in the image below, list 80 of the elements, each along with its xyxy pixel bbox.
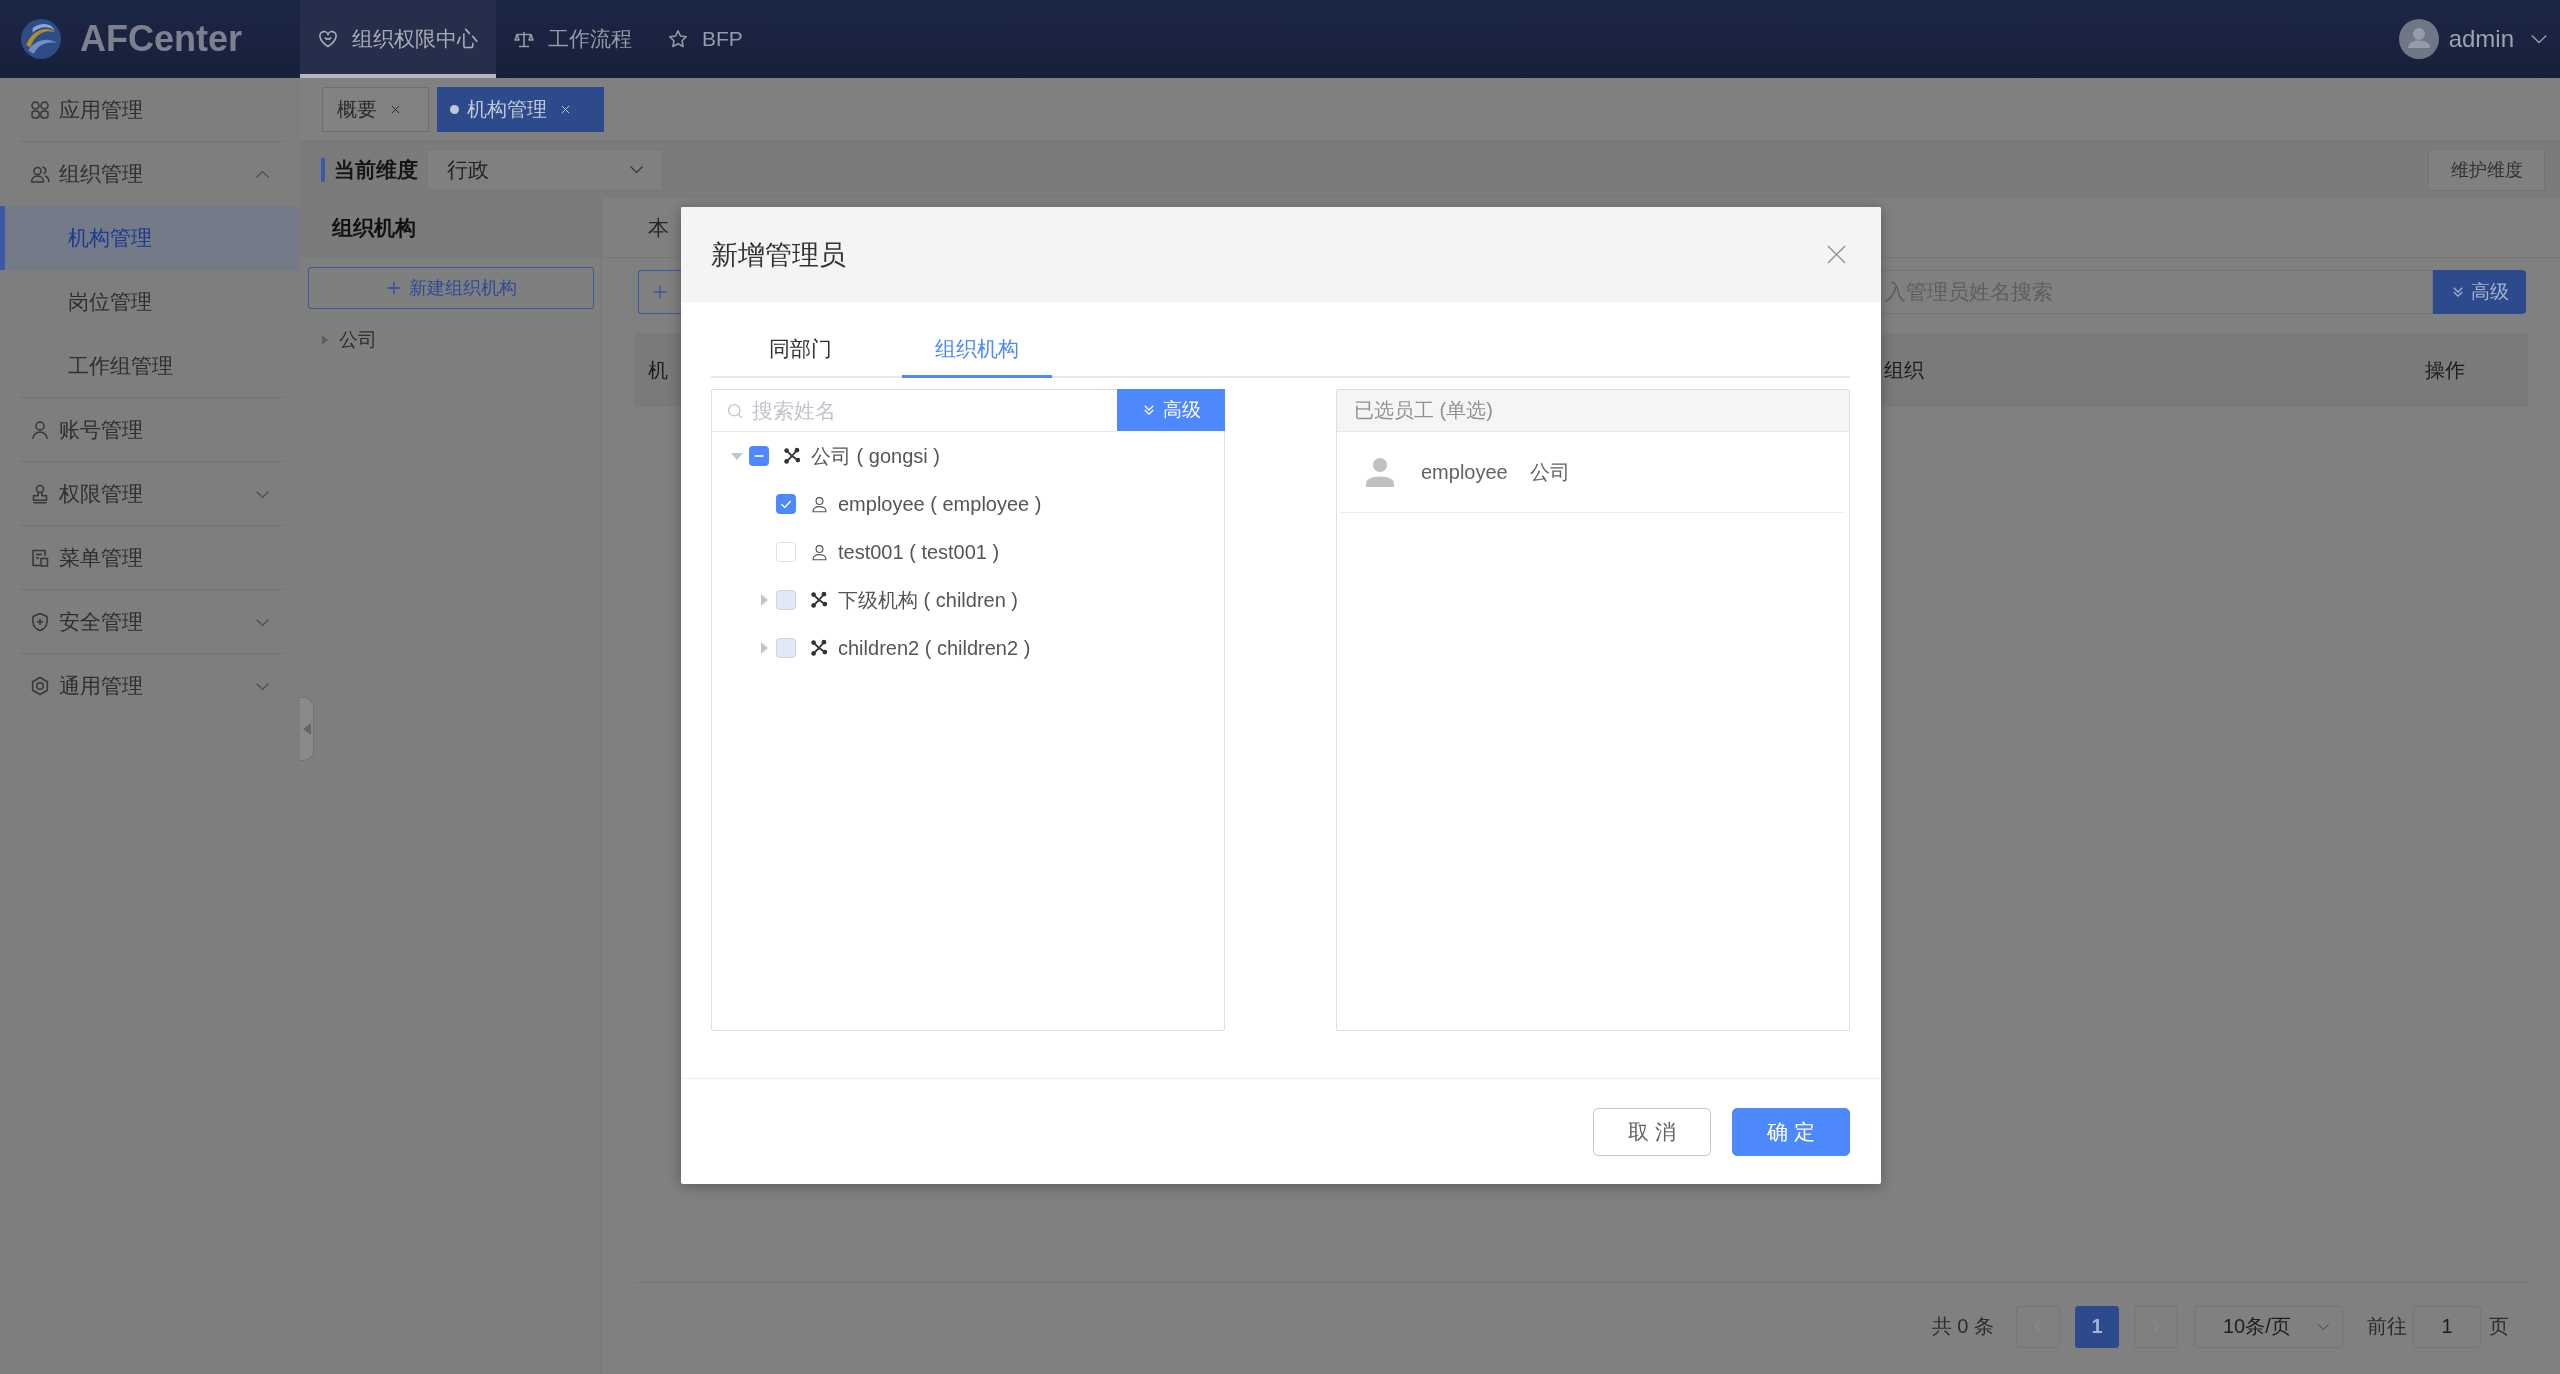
content-tab[interactable]: 本 [648, 213, 669, 242]
user-icon [30, 420, 50, 440]
grid-icon [30, 100, 50, 120]
column-header: 机 [648, 357, 668, 383]
logo-icon [20, 18, 62, 60]
sidebar-item[interactable]: 岗位管理 [0, 270, 300, 334]
network-icon [810, 639, 828, 657]
network-icon [810, 591, 828, 609]
sidebar-item[interactable]: 组织管理 [0, 142, 300, 206]
page-tab[interactable]: 概要 [322, 86, 429, 132]
sidebar-item[interactable]: 通用管理 [0, 654, 300, 718]
search-icon [727, 403, 743, 419]
heart-icon [318, 29, 338, 49]
sidebar-item[interactable]: 账号管理 [0, 398, 300, 462]
checkbox[interactable] [749, 446, 769, 466]
maintain-dimension-button[interactable]: 维护维度 [2428, 148, 2545, 191]
user-icon [811, 543, 828, 561]
dialog-tab[interactable]: 同部门 [736, 322, 865, 378]
column-header: 组织 [1884, 357, 1924, 383]
app-logo-text: AFCenter [80, 21, 243, 57]
column-header: 操作 [2425, 357, 2465, 383]
document-icon [30, 548, 50, 568]
close-icon[interactable] [391, 104, 400, 114]
tree-node-label[interactable]: employee ( employee ) [838, 492, 1042, 516]
sidebar-item[interactable]: 应用管理 [0, 78, 300, 142]
sidebar-item[interactable]: 菜单管理 [0, 526, 300, 590]
caret-left-icon [302, 723, 311, 735]
confirm-button[interactable]: 确定 [1732, 1108, 1850, 1156]
star-icon [668, 29, 688, 49]
close-icon[interactable] [1827, 245, 1846, 264]
network-icon [783, 447, 801, 465]
double-chevron-down-icon [1141, 403, 1156, 417]
panel-header: 组织机构 [300, 198, 601, 258]
nav-tab[interactable]: 工作流程 [496, 0, 650, 78]
page-size-select[interactable]: 10条/页 [2194, 1305, 2343, 1348]
advanced-button[interactable]: 高级 [2433, 270, 2526, 314]
dot-icon [450, 104, 459, 114]
dimension-select[interactable]: 行政 [426, 148, 663, 191]
checkbox[interactable] [776, 494, 796, 514]
total-count: 共 0 条 [1931, 1314, 1994, 1339]
advanced-button[interactable]: 高级 [1117, 389, 1225, 431]
new-org-button[interactable]: 新建组织机构 [308, 267, 594, 309]
sidebar-item[interactable]: 权限管理 [0, 462, 300, 526]
users-icon [30, 164, 50, 184]
balance-scale-icon [514, 29, 534, 49]
shield-icon [30, 612, 50, 632]
avatar-icon [2398, 19, 2439, 59]
user-menu[interactable]: admin [2398, 0, 2560, 78]
page-suffix: 页 [2489, 1314, 2509, 1339]
avatar-icon [1365, 457, 1395, 487]
dialog-title: 新增管理员 [711, 238, 846, 272]
sidebar-item[interactable]: 工作组管理 [0, 334, 300, 398]
settings-icon [30, 676, 50, 696]
plus-icon [652, 284, 668, 300]
nav-tab[interactable]: 组织权限中心 [300, 0, 496, 78]
page-number-button[interactable]: 1 [2075, 1305, 2119, 1348]
nav-tab[interactable]: BFP [650, 0, 761, 78]
double-chevron-down-icon [2450, 285, 2465, 299]
page-input[interactable]: 1 [2413, 1305, 2481, 1348]
goto-label: 前往 [2367, 1314, 2407, 1339]
caret-down-icon[interactable] [731, 450, 743, 462]
selected-employee-name: employee [1421, 460, 1508, 484]
sidebar-item[interactable]: 机构管理 [0, 206, 300, 270]
chevron-down-icon [629, 165, 644, 174]
tree-node-label[interactable]: 公司 ( gongsi ) [811, 442, 940, 470]
collapse-handle[interactable] [300, 697, 314, 761]
tree-node-label[interactable]: test001 ( test001 ) [838, 540, 1000, 564]
stamp-icon [30, 484, 50, 504]
chevron-down-icon [2317, 1322, 2330, 1331]
dialog-tab[interactable]: 组织机构 [902, 322, 1052, 378]
dimension-label: 当前维度 [334, 156, 418, 183]
selected-employee-org: 公司 [1529, 459, 1570, 485]
section-marker-icon [321, 157, 325, 182]
tree-item[interactable]: 公司 [321, 327, 377, 353]
cancel-button[interactable]: 取消 [1593, 1108, 1711, 1156]
page-tab[interactable]: 机构管理 [437, 86, 604, 132]
plus-icon [385, 280, 402, 296]
sidebar-item[interactable]: 安全管理 [0, 590, 300, 654]
selected-panel-header: 已选员工 (单选) [1337, 390, 1849, 432]
user-icon [811, 495, 828, 513]
